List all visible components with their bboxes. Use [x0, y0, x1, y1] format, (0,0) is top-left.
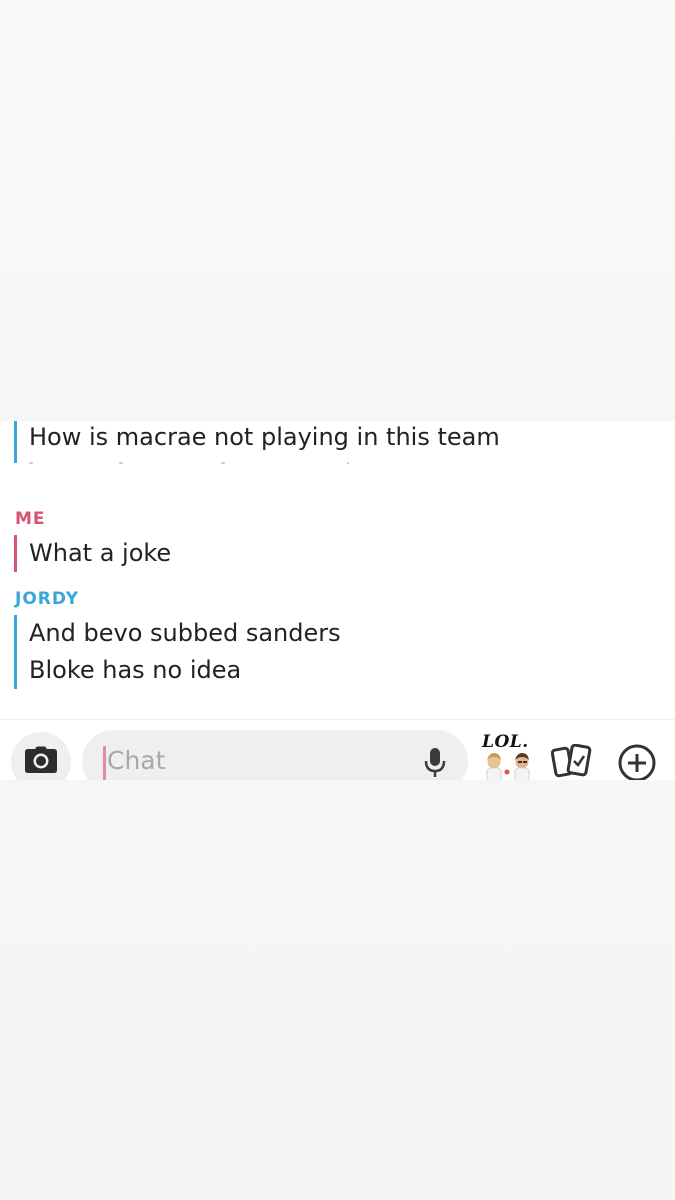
chat-input-placeholder: Chat — [107, 746, 166, 775]
message-group-jordy: JORDY And bevo subbed sanders Bloke has … — [14, 588, 675, 689]
message-text: What a joke — [29, 539, 172, 567]
bitmoji-sticker-icon — [486, 753, 530, 780]
message-text: How is macrae not playing in this team — [29, 423, 500, 451]
message-text: Bloke has no idea — [29, 656, 242, 684]
chat-toolbar: Chat LOL. — [0, 720, 675, 780]
camera-icon — [25, 746, 57, 773]
sender-name-me: ME — [15, 509, 46, 529]
scrolled-text-fragment — [29, 462, 349, 468]
message-group-me: ME What a joke — [14, 508, 675, 572]
microphone-icon[interactable] — [424, 747, 446, 779]
chat-messages: How is macrae not playing in this team M… — [0, 421, 675, 719]
message-group-jordy-top: How is macrae not playing in this team — [14, 421, 675, 463]
message-text: And bevo subbed sanders — [29, 619, 341, 647]
sender-name-jordy: JORDY — [15, 589, 80, 609]
message-bubble: And bevo subbed sanders Bloke has no ide… — [14, 615, 675, 689]
bitmoji-sticker-button[interactable]: LOL. — [480, 734, 538, 780]
chat-input[interactable]: Chat — [82, 730, 468, 780]
message-bubble: What a joke — [14, 535, 675, 572]
cards-icon[interactable] — [551, 744, 593, 778]
plus-icon[interactable] — [617, 743, 657, 780]
camera-button[interactable] — [11, 732, 71, 780]
text-cursor — [103, 746, 106, 780]
message-bubble: How is macrae not playing in this team — [14, 421, 675, 463]
chat-screen: How is macrae not playing in this team M… — [0, 0, 675, 1200]
